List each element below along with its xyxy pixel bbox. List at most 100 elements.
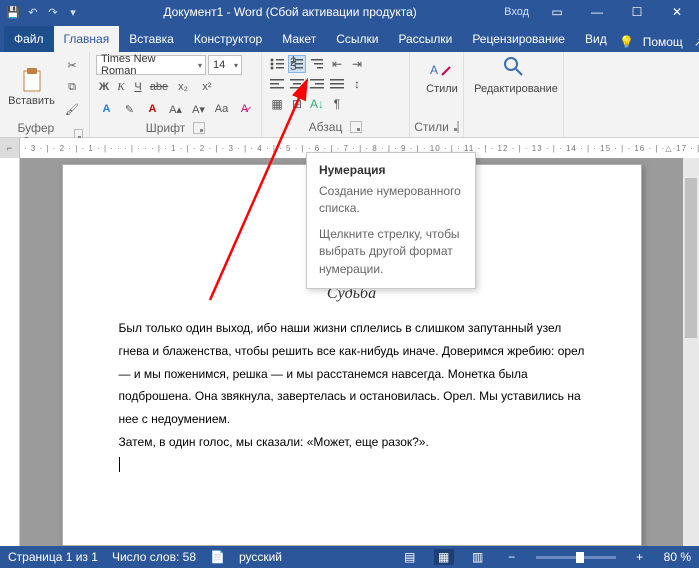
- increase-indent-icon[interactable]: ⇥: [348, 55, 366, 73]
- zoom-level[interactable]: 80 %: [664, 550, 691, 564]
- status-proofing-icon[interactable]: 📄: [210, 550, 225, 564]
- paste-label: Вставить: [8, 95, 55, 107]
- tab-layout[interactable]: Макет: [272, 26, 326, 52]
- tooltip-numbering: Нумерация Создание нумерованного списка.…: [306, 152, 476, 289]
- find-icon: [502, 55, 530, 83]
- tell-me-icon[interactable]: 💡: [617, 32, 637, 52]
- qat-more-icon[interactable]: ▾: [64, 3, 82, 21]
- borders-icon[interactable]: ⊞: [288, 95, 306, 113]
- font-name-select[interactable]: Times New Roman: [96, 55, 206, 75]
- document-body[interactable]: Был только один выход, ибо наши жизни сп…: [119, 317, 585, 477]
- view-read-icon[interactable]: ▤: [400, 549, 420, 565]
- font-dialog-launcher[interactable]: [193, 122, 205, 134]
- document-paragraph: Был только один выход, ибо наши жизни сп…: [119, 317, 585, 431]
- styles-button[interactable]: A Стили: [416, 55, 468, 95]
- shading-icon[interactable]: ▦: [268, 95, 286, 113]
- tab-insert[interactable]: Вставка: [119, 26, 184, 52]
- titlebar: 💾 ↶ ↷ ▾ Документ1 - Word (Сбой активации…: [0, 0, 699, 24]
- undo-icon[interactable]: ↶: [24, 3, 42, 21]
- status-bar: Страница 1 из 1 Число слов: 58 📄 русский…: [0, 546, 699, 568]
- line-spacing-icon[interactable]: ↕: [348, 75, 366, 93]
- copy-icon[interactable]: ⧉: [61, 77, 83, 97]
- strike-button[interactable]: abe: [148, 77, 170, 97]
- zoom-knob[interactable]: [576, 552, 584, 563]
- editing-button[interactable]: Редактирование: [470, 55, 562, 95]
- text-cursor: [119, 457, 120, 472]
- ribbon-options-icon[interactable]: ▭: [539, 0, 575, 24]
- tab-view[interactable]: Вид: [575, 26, 617, 52]
- show-marks-icon[interactable]: ¶: [328, 95, 346, 113]
- document-paragraph: Затем, в один голос, мы сказали: «Может,…: [119, 431, 585, 454]
- cut-icon[interactable]: ✂: [61, 55, 83, 75]
- tab-home[interactable]: Главная: [54, 26, 120, 52]
- tooltip-line: Создание нумерованного списка.: [319, 183, 463, 218]
- ribbon: Вставить ✂ ⧉ 🖌 Буфер обмена Times New Ro…: [0, 52, 699, 138]
- view-web-icon[interactable]: ▥: [468, 549, 488, 565]
- vertical-scrollbar[interactable]: [683, 158, 699, 546]
- group-paragraph-label: Абзац: [309, 120, 343, 134]
- group-paragraph: 123 ⇤ ⇥ ↕ ▦ ⊞ A↓ ¶ Абзац: [262, 52, 410, 137]
- maximize-icon[interactable]: ☐: [619, 0, 655, 24]
- zoom-in-icon[interactable]: +: [630, 549, 650, 565]
- change-case-icon[interactable]: Aa: [211, 99, 232, 119]
- group-styles-label: Стили: [414, 120, 449, 134]
- bold-button[interactable]: Ж: [96, 77, 112, 97]
- ribbon-tabs: Файл Главная Вставка Конструктор Макет С…: [0, 24, 699, 52]
- multilevel-list-icon[interactable]: [308, 55, 326, 73]
- tell-me-label[interactable]: Помощ: [643, 35, 683, 49]
- paragraph-dialog-launcher[interactable]: [350, 121, 362, 133]
- styles-dialog-launcher[interactable]: [457, 121, 459, 133]
- styles-label: Стили: [426, 83, 458, 95]
- align-left-icon[interactable]: [268, 75, 286, 93]
- tab-references[interactable]: Ссылки: [326, 26, 388, 52]
- status-words[interactable]: Число слов: 58: [112, 550, 196, 564]
- group-font: Times New Roman 14 Ж К Ч abe x₂ x² A ✎ A…: [90, 52, 262, 137]
- save-icon[interactable]: 💾: [4, 3, 22, 21]
- highlight-icon[interactable]: ✎: [119, 99, 140, 119]
- shrink-font-icon[interactable]: A▾: [188, 99, 209, 119]
- styles-icon: A: [428, 55, 456, 83]
- tab-review[interactable]: Рецензирование: [462, 26, 575, 52]
- paste-icon: [18, 67, 46, 95]
- scrollbar-thumb[interactable]: [685, 178, 697, 338]
- status-page[interactable]: Страница 1 из 1: [8, 550, 98, 564]
- close-icon[interactable]: ✕: [659, 0, 695, 24]
- share-icon[interactable]: ↗: [689, 32, 699, 52]
- text-effects-icon[interactable]: A: [96, 99, 117, 119]
- login-label[interactable]: Вход: [498, 3, 535, 21]
- window-title: Документ1 - Word (Сбой активации продукт…: [82, 5, 498, 19]
- subscript-button[interactable]: x₂: [172, 77, 194, 97]
- clear-format-icon[interactable]: A̷: [234, 99, 255, 119]
- status-language[interactable]: русский: [239, 550, 282, 564]
- align-center-icon[interactable]: [288, 75, 306, 93]
- align-right-icon[interactable]: [308, 75, 326, 93]
- numbering-icon[interactable]: 123: [288, 55, 306, 73]
- italic-button[interactable]: К: [114, 77, 128, 97]
- vertical-ruler[interactable]: [0, 158, 20, 546]
- tab-file[interactable]: Файл: [4, 26, 54, 52]
- font-color-icon[interactable]: A: [142, 99, 163, 119]
- minimize-icon[interactable]: —: [579, 0, 615, 24]
- zoom-out-icon[interactable]: −: [502, 549, 522, 565]
- bullets-icon[interactable]: [268, 55, 286, 73]
- redo-icon[interactable]: ↷: [44, 3, 62, 21]
- tooltip-line: Щелкните стрелку, чтобы выбрать другой ф…: [319, 226, 463, 278]
- format-painter-icon[interactable]: 🖌: [61, 99, 83, 119]
- superscript-button[interactable]: x²: [196, 77, 218, 97]
- tab-design[interactable]: Конструктор: [184, 26, 272, 52]
- group-font-label: Шрифт: [146, 121, 185, 135]
- group-editing: Редактирование: [464, 52, 564, 137]
- font-size-select[interactable]: 14: [208, 55, 242, 75]
- justify-icon[interactable]: [328, 75, 346, 93]
- quick-access-toolbar: 💾 ↶ ↷ ▾: [4, 3, 82, 21]
- sort-icon[interactable]: A↓: [308, 95, 326, 113]
- decrease-indent-icon[interactable]: ⇤: [328, 55, 346, 73]
- group-styles: A Стили Стили: [410, 52, 464, 137]
- editing-label: Редактирование: [474, 83, 558, 95]
- zoom-slider[interactable]: [536, 556, 616, 559]
- grow-font-icon[interactable]: A▴: [165, 99, 186, 119]
- underline-button[interactable]: Ч: [130, 77, 146, 97]
- tab-mailings[interactable]: Рассылки: [388, 26, 462, 52]
- view-print-icon[interactable]: ▦: [434, 549, 454, 565]
- paste-button[interactable]: Вставить: [6, 67, 57, 107]
